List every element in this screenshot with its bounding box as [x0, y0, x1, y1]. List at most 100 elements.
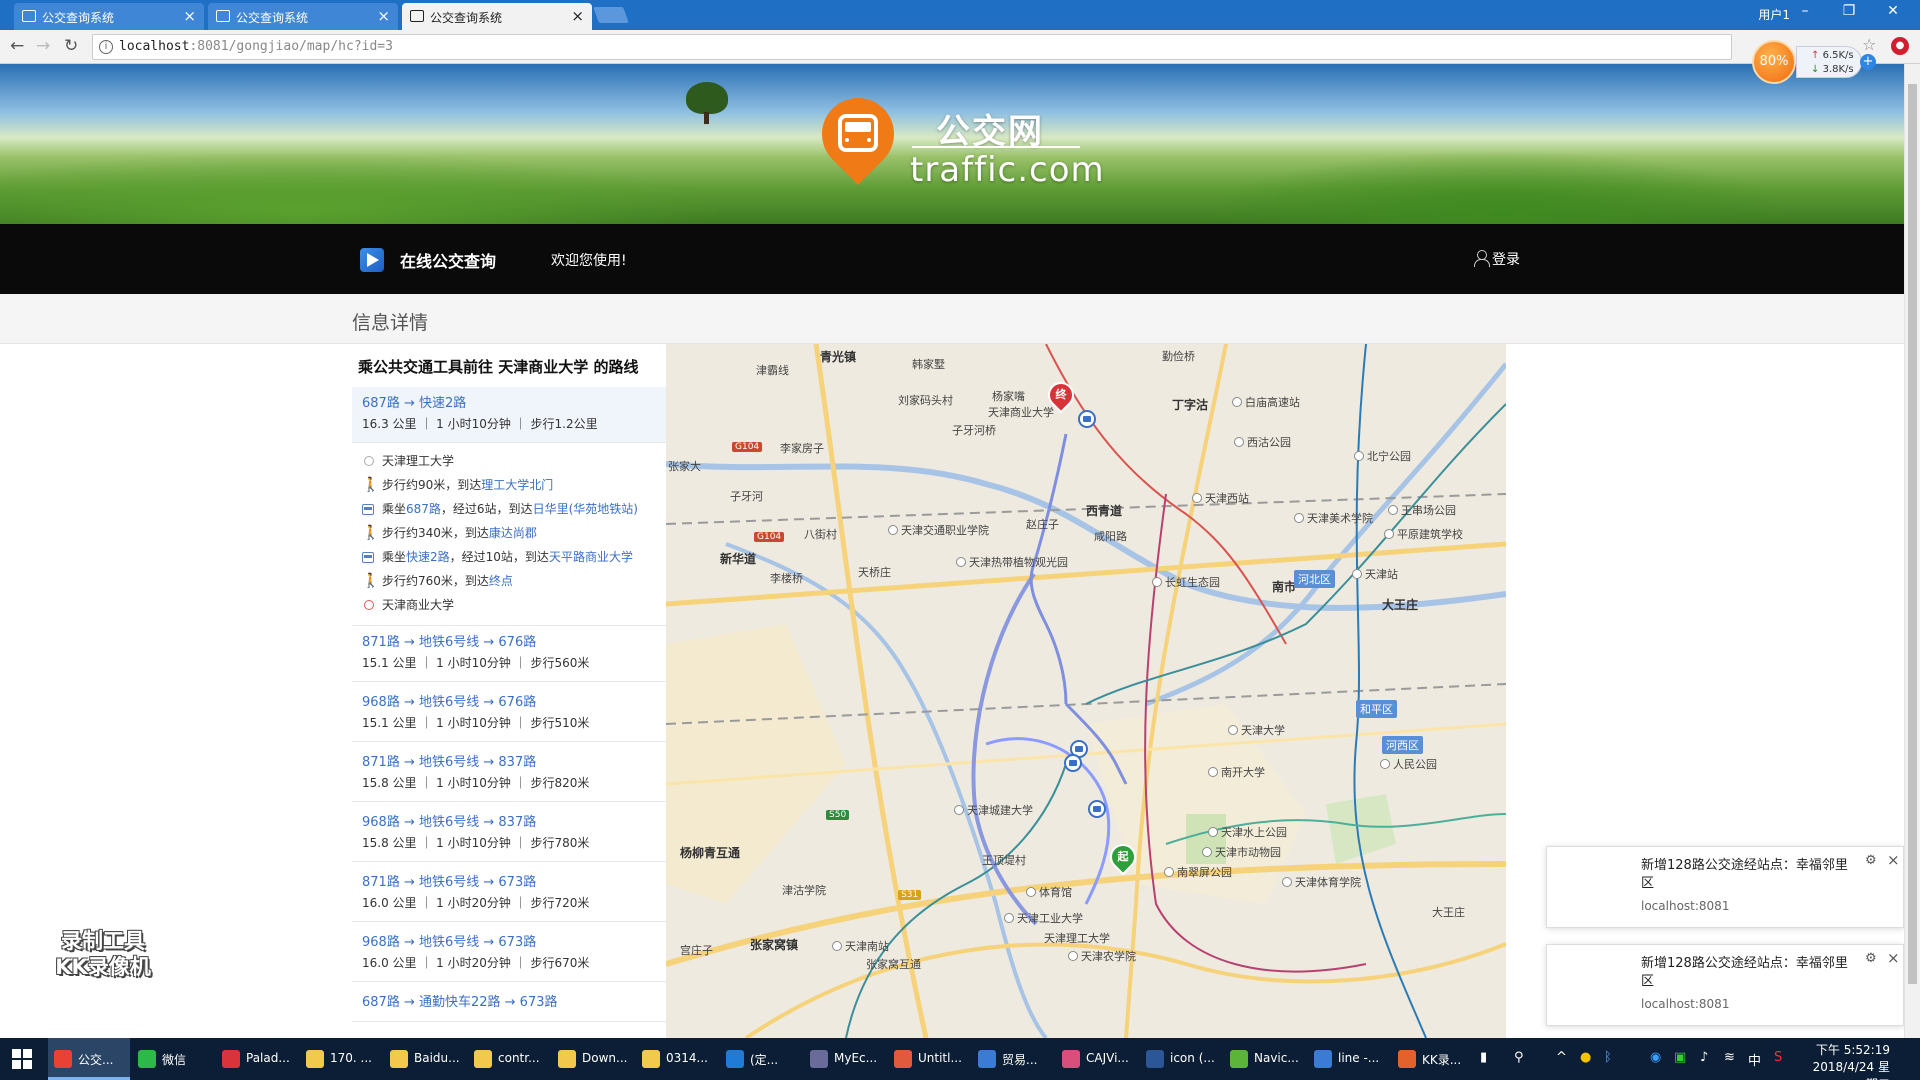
route-option-3[interactable]: 968路 → 地铁6号线 → 676路 15.1 公里 ｜ 1 小时10分钟 ｜…: [352, 686, 666, 742]
notification-toast[interactable]: 新增128路公交途经站点：幸福邻里区 localhost:8081 ⚙ ×: [1546, 846, 1904, 928]
reload-icon[interactable]: ↻: [64, 36, 78, 56]
net-percent: 80%: [1752, 40, 1796, 84]
page-scrollbar[interactable]: [1904, 64, 1920, 1038]
tray-app-icon[interactable]: ●: [1580, 1050, 1591, 1065]
tray-chevron-icon[interactable]: ^: [1556, 1050, 1567, 1065]
page-title: 信息详情: [352, 312, 429, 334]
image-icon: [978, 1050, 996, 1068]
route-option-2[interactable]: 871路 → 地铁6号线 → 676路 15.1 公里 ｜ 1 小时10分钟 ｜…: [352, 626, 666, 682]
route-option-7[interactable]: 968路 → 地铁6号线 → 673路 16.0 公里 ｜ 1 小时20分钟 ｜…: [352, 926, 666, 982]
taskbar-item[interactable]: 公交...: [48, 1038, 130, 1080]
map-label: 天津水上公园: [1208, 824, 1287, 840]
nav-logo-icon[interactable]: [360, 248, 384, 272]
map-label: 子牙河桥: [952, 424, 996, 437]
close-window-icon[interactable]: ✕: [1878, 3, 1908, 19]
restore-icon[interactable]: ❐: [1834, 3, 1864, 19]
browser-tab-1[interactable]: 公交查询系统 ×: [14, 3, 204, 30]
taskbar-item[interactable]: Down...: [552, 1038, 634, 1080]
tray-volume-icon[interactable]: ♪: [1700, 1050, 1708, 1065]
info-icon[interactable]: i: [99, 40, 113, 54]
settings-gear-icon[interactable]: ⚙: [1865, 853, 1877, 868]
step-line-link[interactable]: 687路: [406, 502, 441, 516]
plus-icon[interactable]: +: [1860, 54, 1876, 70]
taskbar-item[interactable]: line -...: [1308, 1038, 1390, 1080]
page-icon: [410, 10, 424, 22]
map-label: 勤俭桥: [1162, 350, 1195, 363]
tray-battery-icon[interactable]: ▮: [1480, 1050, 1487, 1065]
taskbar-item[interactable]: KK录...: [1392, 1038, 1474, 1080]
close-tab-icon[interactable]: ×: [183, 7, 196, 25]
close-icon[interactable]: ×: [1887, 949, 1900, 967]
bus-stop-icon[interactable]: [1088, 800, 1106, 818]
route-meta: 15.8 公里 ｜ 1 小时10分钟 ｜ 步行780米: [362, 836, 590, 850]
taskbar-item[interactable]: CAJVi...: [1056, 1038, 1138, 1080]
route-option-6[interactable]: 871路 → 地铁6号线 → 673路 16.0 公里 ｜ 1 小时20分钟 ｜…: [352, 866, 666, 922]
browser-tab-2[interactable]: 公交查询系统 ×: [208, 3, 398, 30]
taskbar-item[interactable]: Untitl...: [888, 1038, 970, 1080]
route-option-8[interactable]: 687路 → 通勤快车22路 → 673路: [352, 986, 666, 1022]
taskbar-item[interactable]: Baidu...: [384, 1038, 466, 1080]
minimize-icon[interactable]: –: [1790, 3, 1820, 19]
route-option-4[interactable]: 871路 → 地铁6号线 → 837路 15.8 公里 ｜ 1 小时10分钟 ｜…: [352, 746, 666, 802]
bus-stop-icon[interactable]: [1078, 410, 1096, 428]
tray-browser-icon[interactable]: ◉: [1650, 1050, 1661, 1065]
map-label: 大王庄: [1432, 906, 1465, 919]
tray-bluetooth-icon[interactable]: ᛒ: [1604, 1050, 1612, 1065]
taskbar-item[interactable]: 0314...: [636, 1038, 718, 1080]
login-link[interactable]: 登录: [1492, 249, 1520, 269]
tray-people-icon[interactable]: ⚲: [1514, 1050, 1524, 1065]
map-label: 天津美术学院: [1294, 510, 1373, 526]
windows-start-icon[interactable]: [12, 1049, 32, 1069]
route-option-5[interactable]: 968路 → 地铁6号线 → 837路 15.8 公里 ｜ 1 小时10分钟 ｜…: [352, 806, 666, 862]
logo-text-en: traffic.com: [910, 150, 1105, 190]
scrollbar-thumb[interactable]: [1908, 84, 1917, 984]
close-icon[interactable]: ×: [1887, 851, 1900, 869]
nav-brand-link[interactable]: 在线公交查询: [400, 248, 496, 272]
url-input[interactable]: i localhost:8081/gongjiao/map/hc?id=3: [92, 34, 1732, 60]
new-tab-button[interactable]: [593, 7, 629, 23]
browser-tab-3[interactable]: 公交查询系统 ×: [402, 3, 592, 30]
network-speed-widget[interactable]: 80% ↑ 6.5K/s ↓ 3.8K/s +: [1752, 40, 1876, 86]
route-meta: 15.1 公里 ｜ 1 小时10分钟 ｜ 步行510米: [362, 716, 590, 730]
tray-wifi-icon[interactable]: ≋: [1724, 1050, 1735, 1065]
taskbar-item[interactable]: 贸易...: [972, 1038, 1054, 1080]
tab-title: 公交查询系统: [430, 11, 503, 25]
forward-icon[interactable]: →: [36, 36, 50, 56]
route-map[interactable]: G104 G104 S50 S31 青光镇 津霸线 韩家墅 刘家码头村 杨家嘴 …: [666, 344, 1506, 1038]
tray-clock[interactable]: 下午 5:52:19 2018/4/24 星期二: [1808, 1042, 1890, 1080]
taskbar-item[interactable]: MyEc...: [804, 1038, 886, 1080]
tray-input-method-icon[interactable]: S: [1774, 1050, 1782, 1065]
browser-user-label[interactable]: 用户1: [1758, 6, 1790, 23]
map-label: 北宁公园: [1354, 448, 1411, 464]
walk-icon: 🚶: [362, 525, 380, 541]
paladin-icon: [222, 1050, 240, 1068]
settings-gear-icon[interactable]: ⚙: [1865, 951, 1877, 966]
word-icon: [726, 1050, 744, 1068]
close-tab-icon[interactable]: ×: [377, 7, 390, 25]
bus-stop-icon[interactable]: [1064, 754, 1082, 772]
user-icon[interactable]: [1474, 250, 1490, 267]
taskbar-item-label: 微信: [162, 1053, 187, 1067]
taskbar-item[interactable]: contr...: [468, 1038, 550, 1080]
taskbar-item[interactable]: Navic...: [1224, 1038, 1306, 1080]
extension-icon[interactable]: ●: [1891, 37, 1909, 55]
map-label: 天津市动物园: [1202, 844, 1281, 860]
taskbar-item-label: contr...: [498, 1051, 540, 1065]
back-icon[interactable]: ←: [10, 36, 24, 56]
close-tab-icon[interactable]: ×: [571, 7, 584, 25]
map-label: 张家窝互通: [866, 958, 921, 971]
taskbar-item[interactable]: (定...: [720, 1038, 802, 1080]
taskbar-item[interactable]: 微信: [132, 1038, 214, 1080]
taskbar-item[interactable]: Palad...: [216, 1038, 298, 1080]
route-option-1[interactable]: 687路 → 快速2路 16.3 公里 ｜ 1 小时10分钟 ｜ 步行1.2公里: [352, 387, 666, 443]
highway-shield: G104: [754, 532, 785, 542]
taskbar-item[interactable]: 170. ...: [300, 1038, 382, 1080]
tray-security-icon[interactable]: ▣: [1674, 1050, 1686, 1065]
step-text: 乘坐: [382, 502, 407, 516]
step-line-link[interactable]: 快速2路: [406, 550, 450, 564]
taskbar-item[interactable]: icon (...: [1140, 1038, 1222, 1080]
notification-toast[interactable]: 新增128路公交途经站点：幸福邻里区 localhost:8081 ⚙ ×: [1546, 944, 1904, 1026]
map-label: 杨柳青互通: [680, 846, 741, 860]
tray-ime-label[interactable]: 中: [1748, 1050, 1761, 1069]
step-stop: 日华里(华苑地铁站): [532, 502, 638, 516]
